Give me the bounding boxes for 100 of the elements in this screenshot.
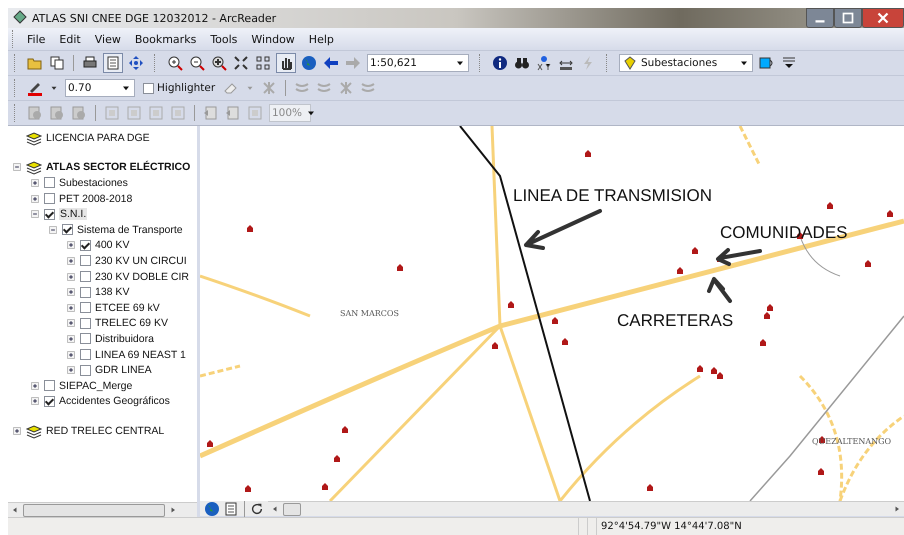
layer-label[interactable]: Accidentes Geográficos: [59, 395, 170, 408]
menu-item[interactable]: Window: [245, 30, 301, 48]
expand-icon[interactable]: [66, 256, 76, 266]
zoom-out-icon[interactable]: [189, 55, 205, 71]
annotation-label: COMUNIDADES: [720, 223, 848, 242]
expand-icon[interactable]: [30, 380, 40, 391]
layers-icon: [26, 422, 42, 439]
expand-icon[interactable]: [30, 396, 40, 406]
layer-checkbox[interactable]: [80, 286, 91, 298]
menu-item[interactable]: Bookmarks: [128, 30, 202, 48]
highlighter-checkbox[interactable]: Highlighter: [141, 82, 218, 94]
line-width-dropdown[interactable]: 0.70: [65, 79, 135, 97]
layer-checkbox[interactable]: [44, 380, 55, 392]
collapse-icon[interactable]: [30, 209, 40, 220]
layer-checkbox[interactable]: [80, 302, 91, 314]
layer-label[interactable]: LINEA 69 NEAST 1: [95, 348, 186, 361]
menu-item[interactable]: File: [21, 30, 52, 48]
scroll-thumb[interactable]: [23, 504, 165, 516]
refresh-icon[interactable]: [250, 502, 264, 516]
layer-checkbox[interactable]: [62, 224, 73, 236]
layer-checkbox[interactable]: [44, 177, 55, 188]
layer-checkbox[interactable]: [80, 333, 91, 344]
layer-label[interactable]: GDR LINEA: [95, 364, 152, 376]
expand-icon[interactable]: [30, 194, 40, 204]
expand-icon[interactable]: [66, 334, 76, 344]
minimize-button[interactable]: [806, 8, 834, 28]
layer-checkbox[interactable]: [44, 396, 55, 407]
layer-label[interactable]: 230 KV UN CIRCUI: [95, 254, 187, 267]
layer-checkbox[interactable]: [80, 364, 91, 376]
layer-label[interactable]: PET 2008-2018: [59, 192, 132, 205]
move-icon[interactable]: [128, 55, 144, 71]
collapse-icon[interactable]: [12, 162, 22, 172]
layer-label[interactable]: 138 KV: [95, 286, 130, 298]
collapse-icon[interactable]: [48, 224, 58, 235]
scroll-left-icon[interactable]: [11, 506, 19, 514]
layer-label[interactable]: Distribuidora: [95, 332, 154, 345]
zoom-in-icon[interactable]: [167, 55, 183, 71]
layer-label[interactable]: 230 KV DOBLE CIR: [95, 270, 189, 283]
layer-label[interactable]: Subestaciones: [59, 176, 128, 189]
page-icon[interactable]: [104, 54, 122, 72]
expand-icon[interactable]: [66, 272, 76, 282]
expand-icon[interactable]: [66, 350, 76, 360]
scroll-left-icon[interactable]: [271, 505, 279, 513]
expand-icon[interactable]: [66, 318, 76, 328]
scale-dropdown[interactable]: 1:50,621: [367, 54, 469, 72]
group-label[interactable]: ATLAS SECTOR ELÉCTRICO: [46, 161, 190, 174]
globe-icon[interactable]: [204, 500, 220, 516]
layer-checkbox[interactable]: [80, 255, 91, 266]
layer-label[interactable]: 400 KV: [95, 239, 130, 252]
annotation-arrow: [716, 248, 762, 266]
globe-icon[interactable]: [301, 55, 317, 71]
layer-checkbox[interactable]: [80, 349, 91, 360]
horizontal-scrollbar[interactable]: [8, 502, 197, 517]
expand-icon[interactable]: [66, 365, 76, 376]
layer-label[interactable]: TRELEC 69 KV: [95, 317, 168, 330]
expand-icon[interactable]: [12, 426, 22, 436]
layer-label[interactable]: ETCEE 69 kV: [95, 302, 160, 314]
layer-checkbox[interactable]: [44, 193, 55, 204]
fixed-zoom-out-icon[interactable]: [255, 55, 271, 71]
annotation-arrow: [707, 277, 732, 303]
expand-icon[interactable]: [30, 178, 40, 188]
fixed-zoom-in-icon[interactable]: [233, 55, 249, 71]
menu-item[interactable]: Edit: [53, 30, 87, 48]
pen-color-icon[interactable]: [27, 80, 43, 96]
layers-icon: [26, 159, 42, 176]
expand-icon[interactable]: [66, 287, 76, 298]
menu-item[interactable]: Tools: [204, 30, 244, 48]
layer-label[interactable]: S.N.I.: [59, 208, 88, 220]
info-icon[interactable]: [492, 55, 508, 71]
expand-icon[interactable]: [66, 240, 76, 250]
toolbar-options-icon[interactable]: [781, 55, 797, 71]
maximize-button[interactable]: [834, 8, 862, 28]
scroll-thumb[interactable]: [283, 502, 301, 516]
layer-label[interactable]: Sistema de Transporte: [77, 224, 183, 236]
hand-icon[interactable]: [277, 54, 295, 72]
magnifier-icon[interactable]: [211, 55, 227, 71]
xy-point-icon[interactable]: [536, 55, 552, 71]
left-arrow-icon[interactable]: [323, 55, 339, 71]
layer-checkbox[interactable]: [80, 318, 91, 329]
menu-item[interactable]: View: [88, 30, 127, 48]
place-label: SAN MARCOS: [340, 309, 399, 318]
scroll-right-icon[interactable]: [893, 505, 901, 513]
menu-item[interactable]: Help: [302, 30, 340, 48]
annotation-label: LINEA DE TRANSMISION: [513, 186, 712, 205]
copy-icon[interactable]: [49, 55, 65, 71]
group-label[interactable]: LICENCIA PARA DGE: [46, 132, 150, 144]
group-label[interactable]: RED TRELEC CENTRAL: [46, 424, 164, 437]
expand-icon[interactable]: [66, 302, 76, 313]
table-swap-icon[interactable]: [759, 55, 775, 71]
layer-dropdown[interactable]: Subestaciones: [619, 54, 753, 72]
close-button[interactable]: [862, 8, 904, 28]
layer-checkbox[interactable]: [44, 208, 55, 220]
layer-checkbox[interactable]: [80, 271, 91, 282]
layer-label[interactable]: SIEPAC_Merge: [59, 380, 132, 392]
layer-checkbox[interactable]: [80, 240, 91, 251]
horizontal-scrollbar[interactable]: [268, 501, 904, 516]
window-title: ATLAS SNI CNEE DGE 12032012 - ArcReader: [32, 12, 276, 24]
binoculars-icon[interactable]: [514, 55, 530, 71]
page-icon[interactable]: [223, 500, 239, 516]
scroll-right-icon[interactable]: [169, 506, 177, 514]
